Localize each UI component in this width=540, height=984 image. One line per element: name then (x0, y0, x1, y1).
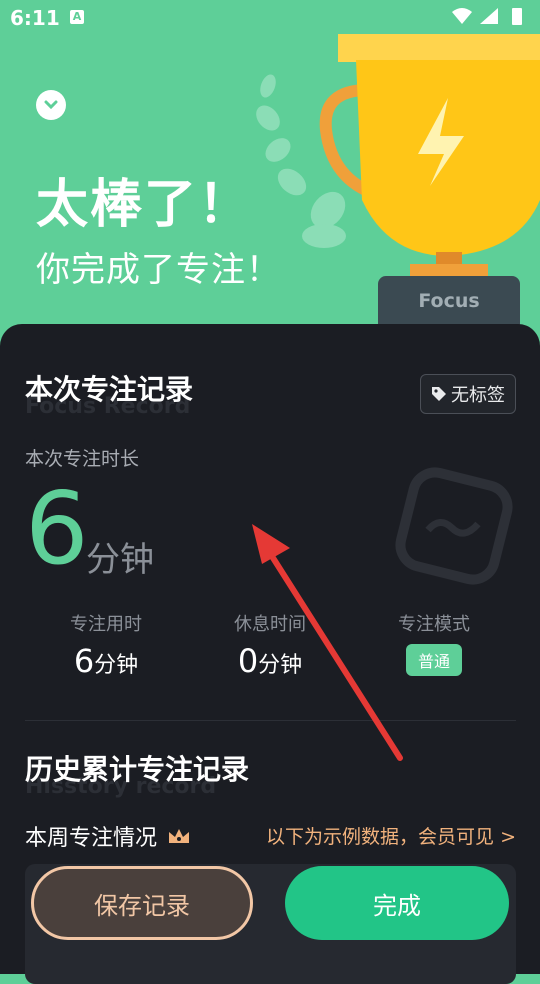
notification-icon: A (70, 10, 84, 24)
done-button[interactable]: 完成 (285, 866, 509, 940)
collapse-button[interactable] (36, 90, 66, 120)
hero-title: 太棒了！ (36, 175, 253, 235)
week-label: 本周专注情况 (25, 820, 191, 852)
chart-decoration-icon (395, 467, 513, 585)
chevron-down-icon (44, 100, 58, 110)
red-arrow-annotation-icon (252, 524, 403, 761)
status-time: 6:11 (10, 6, 60, 30)
history-title: 历史累计专注记录 (25, 753, 250, 786)
hero-subtitle: 你完成了专注！ (36, 250, 281, 290)
mode-badge: 普通 (405, 644, 462, 676)
focus-plate: Focus (378, 276, 520, 328)
stat-focus-time: 专注用时 6分钟 (66, 610, 146, 680)
stat-value: 6分钟 (73, 642, 139, 680)
save-record-button[interactable]: 保存记录 (31, 866, 253, 940)
member-link[interactable]: 以下为示例数据，会员可见 > (266, 822, 516, 849)
duration-unit: 分钟 (86, 540, 154, 580)
battery-icon (512, 8, 522, 25)
tag-label: 无标签 (451, 385, 505, 406)
trophy-icon (319, 34, 540, 276)
signal-icon (480, 8, 498, 24)
status-icons (450, 6, 530, 33)
stat-label: 专注用时 (70, 614, 142, 635)
crown-icon (169, 829, 190, 843)
record-title: 本次专注记录 (25, 373, 194, 406)
tag-button[interactable]: 无标签 (420, 374, 516, 414)
tag-icon (432, 387, 446, 401)
duration-label: 本次专注时长 (25, 448, 140, 470)
wifi-icon (452, 8, 472, 24)
duration-value: 6 (25, 470, 89, 587)
